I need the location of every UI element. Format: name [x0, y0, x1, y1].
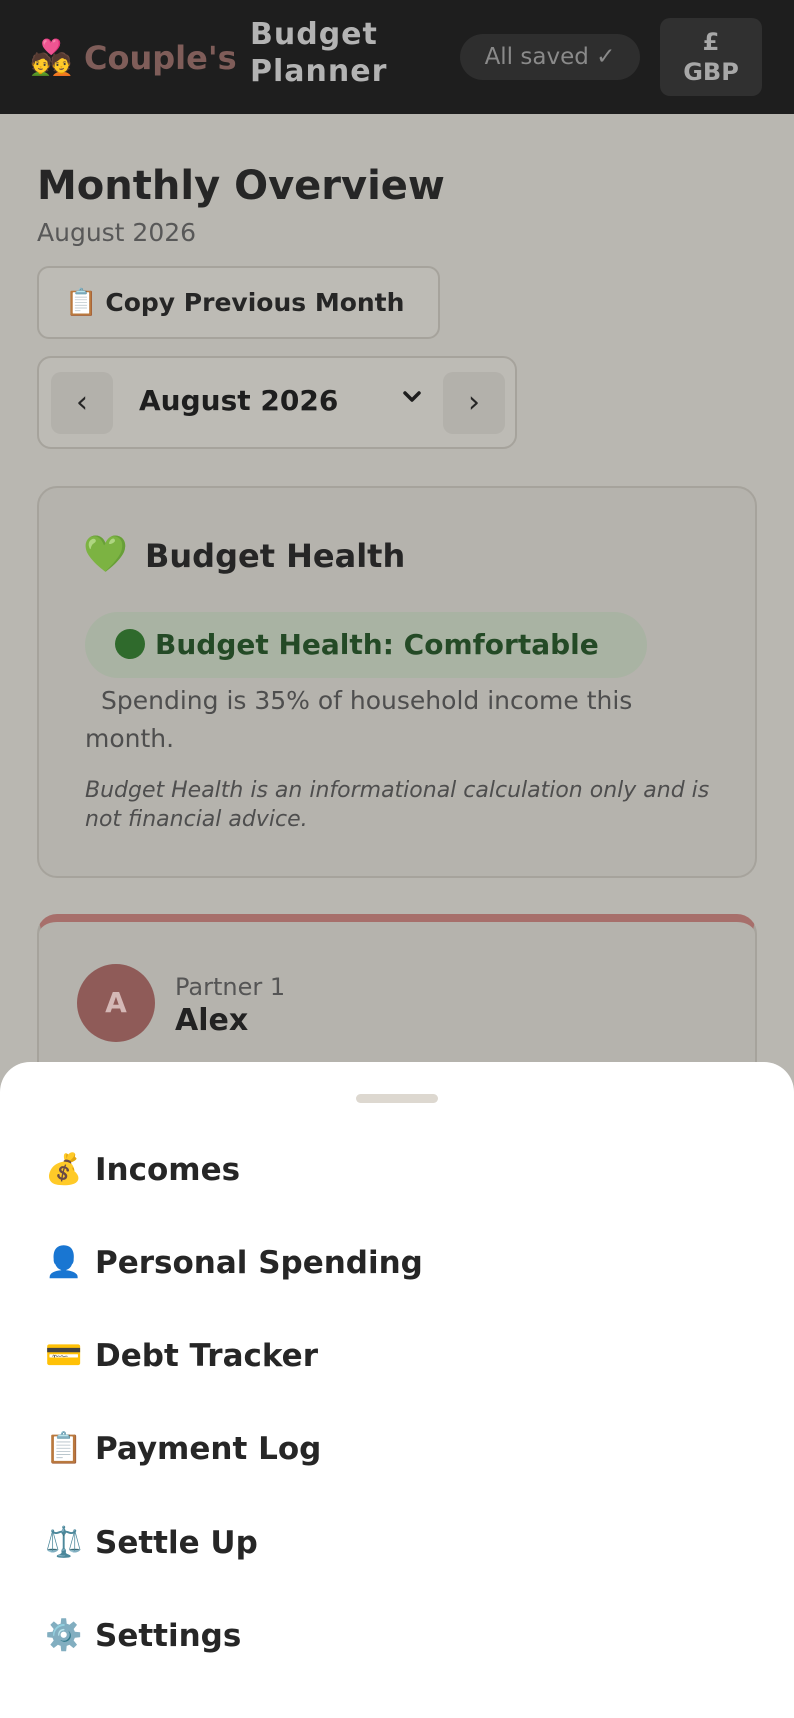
credit-card-icon: 💳	[45, 1338, 83, 1373]
budget-health-description: Spending is 35% of household income this…	[85, 686, 633, 753]
menu-item-label: Incomes	[95, 1152, 241, 1188]
menu-item-label: Personal Spending	[95, 1245, 423, 1281]
app-header: 💑 Couple's Budget Planner All saved ✓ £ …	[0, 0, 794, 114]
partner-role: Partner 1	[175, 973, 286, 1001]
budget-health-card: 💚 Budget Health Budget Health: Comfortab…	[37, 486, 757, 878]
brand-name-couple: Couple's	[84, 39, 237, 77]
clipboard-icon: 📋	[65, 288, 98, 318]
menu-item-label: Debt Tracker	[95, 1338, 318, 1374]
menu-item-label: Settings	[95, 1618, 242, 1654]
menu-item-debt-tracker[interactable]: 💳 Debt Tracker	[0, 1310, 794, 1403]
menu-item-personal-spending[interactable]: 👤 Personal Spending	[0, 1217, 794, 1310]
copy-previous-month-button[interactable]: 📋 Copy Previous Month	[37, 266, 440, 339]
brand-name-budget-planner: Budget Planner	[250, 17, 388, 89]
currency-button[interactable]: £ GBP	[660, 18, 762, 96]
menu-item-payment-log[interactable]: 📋 Payment Log	[0, 1403, 794, 1496]
money-bag-icon: 💰	[45, 1152, 83, 1187]
bottom-sheet-menu: 💰 Incomes 👤 Personal Spending 💳 Debt Tra…	[0, 1062, 794, 1718]
clipboard-icon: 📋	[45, 1431, 83, 1466]
budget-health-disclaimer: Budget Health is an informational calcul…	[85, 778, 710, 832]
menu-item-label: Payment Log	[95, 1431, 322, 1467]
month-selector: ‹ August 2026 ›	[37, 356, 517, 449]
person-icon: 👤	[45, 1245, 83, 1280]
budget-health-status-badge: Budget Health: Comfortable	[85, 612, 647, 678]
gear-icon: ⚙️	[45, 1618, 83, 1653]
budget-health-title: Budget Health	[145, 537, 406, 575]
green-heart-icon: 💚	[83, 534, 128, 575]
partner-name: Alex	[175, 1003, 249, 1038]
month-select[interactable]: August 2026	[139, 381, 338, 421]
green-circle-icon	[115, 629, 145, 659]
menu-item-incomes[interactable]: 💰 Incomes	[0, 1124, 794, 1217]
menu-item-settings[interactable]: ⚙️ Settings	[0, 1590, 794, 1683]
next-month-button[interactable]: ›	[443, 372, 505, 434]
page-title: Monthly Overview	[37, 163, 445, 209]
scales-icon: ⚖️	[45, 1525, 83, 1560]
budget-health-status-label: Budget Health: Comfortable	[155, 628, 599, 661]
copy-button-label: Copy Previous Month	[105, 288, 405, 317]
avatar: A	[77, 964, 155, 1042]
sheet-drag-handle[interactable]	[356, 1094, 438, 1103]
save-status-badge: All saved ✓	[460, 34, 640, 80]
currency-code: GBP	[683, 58, 739, 86]
currency-symbol: £	[702, 28, 720, 56]
chevron-down-icon[interactable]	[401, 380, 423, 420]
couple-icon: 💑	[30, 38, 73, 78]
page-subtitle: August 2026	[37, 218, 197, 247]
menu-item-label: Settle Up	[95, 1525, 258, 1561]
menu-item-settle-up[interactable]: ⚖️ Settle Up	[0, 1497, 794, 1590]
previous-month-button[interactable]: ‹	[51, 372, 113, 434]
